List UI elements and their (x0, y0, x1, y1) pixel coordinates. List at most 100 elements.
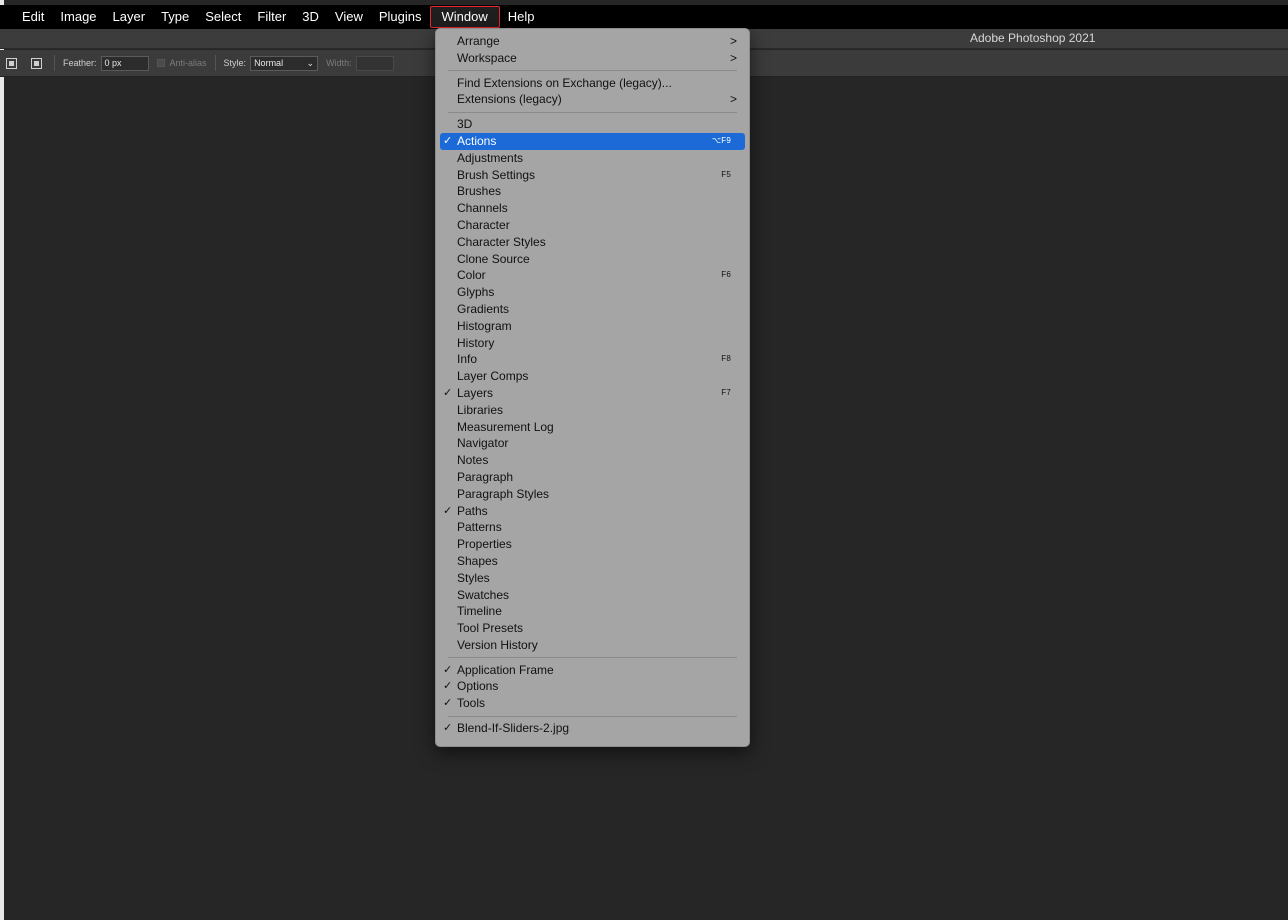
menu-item-find-extensions[interactable]: Find Extensions on Exchange (legacy)... (440, 75, 745, 92)
menu-item-styles[interactable]: Styles (440, 570, 745, 587)
menu-item-history[interactable]: History (440, 335, 745, 352)
menu-item-label: Info (457, 352, 478, 367)
menu-item-label: Actions (457, 133, 497, 148)
menu-item-channels[interactable]: Channels (440, 200, 745, 217)
menu-item-layers[interactable]: ✓ Layers F7 (440, 385, 745, 402)
menu-item-shortcut: F7 (721, 387, 731, 397)
menu-item-version-history[interactable]: Version History (440, 637, 745, 654)
menu-item-extensions[interactable]: Extensions (legacy) > (440, 91, 745, 108)
style-label: Style: (223, 58, 247, 68)
menu-item-3d[interactable]: 3D (440, 116, 745, 133)
menu-item-libraries[interactable]: Libraries (440, 402, 745, 419)
menu-item-label: 3D (457, 117, 473, 132)
menu-item-shortcut: ⌥F9 (711, 135, 731, 145)
menu-item-label: Character Styles (457, 234, 546, 249)
menu-item-label: Extensions (legacy) (457, 92, 562, 107)
window-menu-dropdown: Arrange > Workspace > Find Extensions on… (435, 28, 750, 747)
menu-item-patterns[interactable]: Patterns (440, 519, 745, 536)
menu-item-paragraph[interactable]: Paragraph (440, 469, 745, 486)
menu-item-tools[interactable]: ✓ Tools (440, 695, 745, 712)
menu-item-label: Shapes (457, 553, 498, 568)
width-input[interactable] (355, 55, 394, 71)
menu-item-label: Libraries (457, 402, 504, 417)
menu-bar: Edit Image Layer Type Select Filter 3D V… (0, 5, 1288, 29)
menu-view[interactable]: View (327, 6, 371, 28)
menu-item-open-document[interactable]: ✓ Blend-If-Sliders-2.jpg (440, 720, 745, 737)
menu-3d[interactable]: 3D (294, 6, 327, 28)
menu-item-label: Blend-If-Sliders-2.jpg (457, 721, 570, 736)
menu-item-arrange[interactable]: Arrange > (440, 33, 745, 50)
menu-item-shapes[interactable]: Shapes (440, 553, 745, 570)
submenu-arrow-icon: > (729, 92, 737, 107)
menu-image[interactable]: Image (52, 6, 104, 28)
menu-item-brush-settings[interactable]: Brush Settings F5 (440, 167, 745, 184)
menu-type[interactable]: Type (153, 6, 197, 28)
menu-item-character[interactable]: Character (440, 217, 745, 234)
menu-item-tool-presets[interactable]: Tool Presets (440, 620, 745, 637)
menu-item-label: Paragraph Styles (457, 486, 550, 501)
checkmark-icon: ✓ (443, 680, 453, 693)
menu-item-swatches[interactable]: Swatches (440, 587, 745, 604)
menu-edit[interactable]: Edit (14, 6, 52, 28)
width-label: Width: (326, 58, 352, 68)
menu-item-label: Layer Comps (457, 369, 529, 384)
menu-layer[interactable]: Layer (105, 6, 154, 28)
menu-item-label: Glyphs (457, 285, 495, 300)
menu-item-glyphs[interactable]: Glyphs (440, 284, 745, 301)
add-to-selection-icon[interactable] (31, 57, 42, 69)
anti-alias-checkbox[interactable] (156, 59, 165, 67)
menu-item-options[interactable]: ✓ Options (440, 678, 745, 695)
menu-item-info[interactable]: Info F8 (440, 351, 745, 368)
submenu-arrow-icon: > (729, 34, 737, 48)
menu-plugins[interactable]: Plugins (371, 6, 430, 28)
feather-label: Feather: (63, 58, 97, 68)
menu-item-measurement-log[interactable]: Measurement Log (440, 419, 745, 436)
style-select[interactable]: Normal ⌄ (250, 55, 319, 71)
menu-item-actions[interactable]: ✓ Actions ⌥F9 (440, 132, 745, 150)
menu-separator (448, 111, 737, 113)
menu-item-label: Application Frame (457, 662, 554, 677)
checkmark-icon: ✓ (443, 663, 453, 676)
menu-item-application-frame[interactable]: ✓ Application Frame (440, 662, 745, 679)
menu-separator (448, 657, 737, 659)
menu-item-label: Measurement Log (457, 419, 554, 434)
menu-item-clone-source[interactable]: Clone Source (440, 251, 745, 268)
menu-item-label: Clone Source (457, 251, 530, 266)
menu-item-label: Tools (457, 696, 486, 711)
chevron-down-icon: ⌄ (306, 57, 315, 68)
menu-item-timeline[interactable]: Timeline (440, 603, 745, 620)
menu-item-shortcut: F5 (721, 169, 731, 179)
menu-item-navigator[interactable]: Navigator (440, 435, 745, 452)
new-selection-icon[interactable] (6, 57, 17, 69)
menu-item-workspace[interactable]: Workspace > (440, 50, 745, 67)
menu-item-paths[interactable]: ✓ Paths (440, 503, 745, 520)
menu-item-gradients[interactable]: Gradients (440, 301, 745, 318)
checkmark-icon: ✓ (443, 386, 453, 399)
menu-item-label: Brushes (457, 184, 502, 199)
menu-item-adjustments[interactable]: Adjustments (440, 150, 745, 167)
menu-item-label: Tool Presets (457, 621, 524, 636)
menu-item-notes[interactable]: Notes (440, 452, 745, 469)
menu-item-paragraph-styles[interactable]: Paragraph Styles (440, 486, 745, 503)
menu-item-label: Arrange (457, 34, 500, 48)
menu-item-character-styles[interactable]: Character Styles (440, 234, 745, 251)
menu-item-label: Brush Settings (457, 167, 536, 182)
menu-help[interactable]: Help (500, 6, 543, 28)
menu-select[interactable]: Select (197, 6, 249, 28)
anti-alias-label: Anti-alias (169, 58, 207, 68)
menu-item-color[interactable]: Color F6 (440, 267, 745, 284)
feather-input[interactable]: 0 px (100, 55, 149, 71)
menu-item-layer-comps[interactable]: Layer Comps (440, 368, 745, 385)
menu-window[interactable]: Window (429, 6, 500, 28)
menu-separator (448, 715, 737, 717)
menu-item-shortcut: F6 (721, 270, 731, 280)
menu-item-brushes[interactable]: Brushes (440, 183, 745, 200)
menu-filter[interactable]: Filter (249, 6, 294, 28)
menu-item-histogram[interactable]: Histogram (440, 318, 745, 335)
menu-item-properties[interactable]: Properties (440, 536, 745, 553)
menu-item-label: Swatches (457, 587, 510, 602)
checkmark-icon: ✓ (443, 134, 453, 147)
photoshop-window: Edit Image Layer Type Select Filter 3D V… (0, 0, 1288, 920)
menu-item-label: Properties (457, 537, 512, 552)
menu-item-label: Gradients (457, 301, 510, 316)
